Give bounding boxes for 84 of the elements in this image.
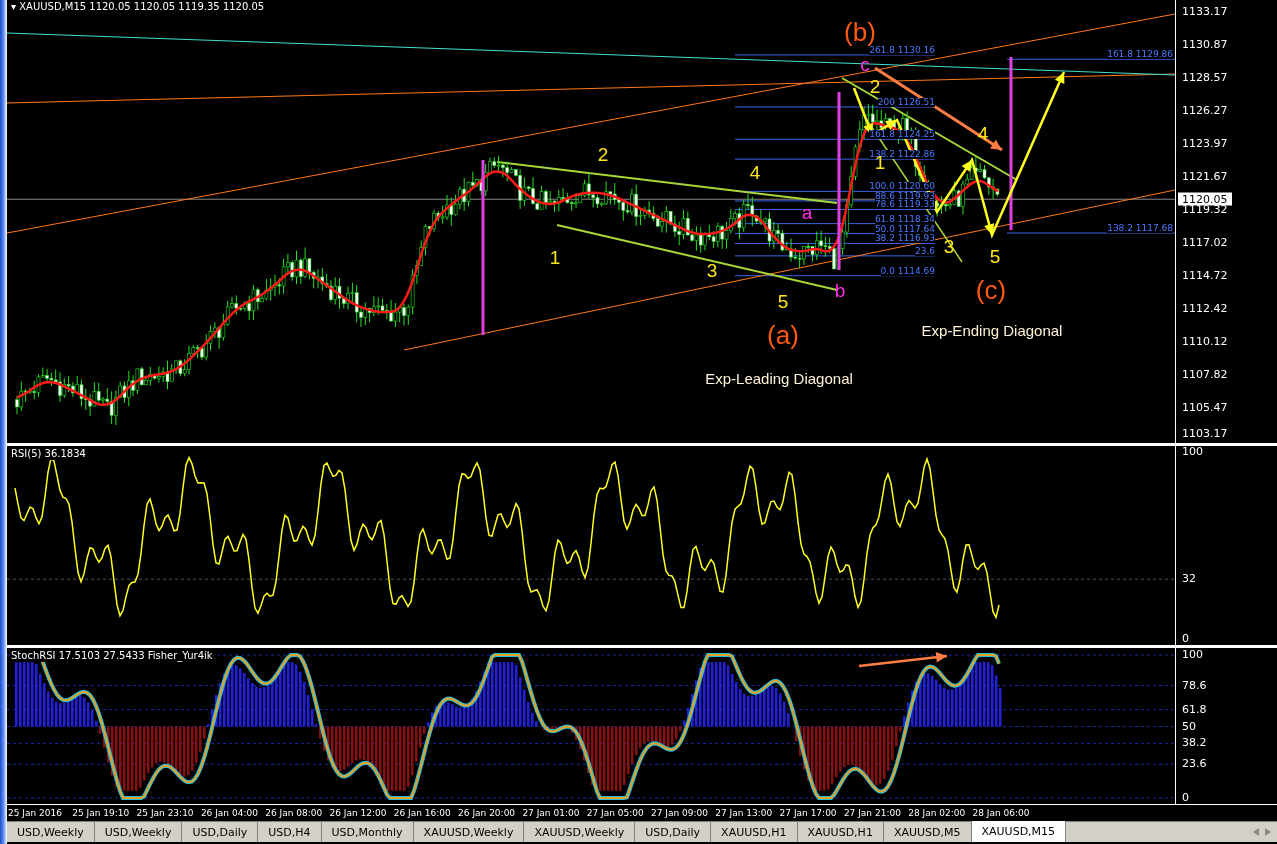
fib-level-label: 261.8 1130.16	[869, 45, 935, 55]
indicator-tick: 61.8	[1182, 703, 1207, 716]
fib-level-label: 0.0 1114.69	[880, 266, 935, 276]
time-tick: 26 Jan 04:00	[200, 807, 258, 819]
price-tick: 1128.57	[1182, 72, 1228, 84]
fib-level-label: 161.8 1129.86	[1107, 50, 1173, 60]
indicator-title: RSI(5) 36.1834	[11, 448, 86, 460]
fib-level-label: 161.8 1124.25	[869, 130, 935, 140]
price-tick: 1123.97	[1182, 138, 1228, 150]
wave-label: 3	[706, 260, 718, 280]
price-tick: 1114.72	[1182, 270, 1228, 282]
fib-level-label: 61.8 1118.34	[874, 214, 935, 224]
chart-tab[interactable]: XAUUSD,M5	[883, 821, 972, 842]
time-tick: 25 Jan 2016	[8, 807, 62, 819]
chart-tab[interactable]: USD,H4	[258, 821, 322, 842]
chart-tab[interactable]: USD,Daily	[182, 821, 259, 842]
chart-tab[interactable]: XAUUSD,Weekly	[524, 821, 636, 842]
wave-label: 5	[989, 246, 1001, 266]
indicator-tick: 0	[1182, 792, 1189, 804]
indicator-tick: 100	[1182, 446, 1203, 458]
indicator-tick: 0	[1182, 633, 1189, 645]
price-tick: 1126.27	[1182, 105, 1228, 117]
price-tick: 1105.47	[1182, 402, 1228, 414]
chart-tab[interactable]: XAUUSD,H1	[797, 821, 884, 842]
wave-label: 5	[777, 291, 789, 311]
fib-level-label: 23.6	[914, 246, 935, 256]
time-tick: 28 Jan 06:00	[972, 807, 1030, 819]
scroll-left-icon[interactable]	[1253, 828, 1259, 836]
time-tick: 26 Jan 08:00	[265, 807, 323, 819]
fib-level-label: 138.2 1117.68	[1107, 224, 1173, 234]
time-tick: 27 Jan 01:00	[522, 807, 580, 819]
time-tick: 28 Jan 02:00	[908, 807, 966, 819]
fib-level-label: 78.6 1119.33	[874, 200, 935, 210]
price-tick: 1107.82	[1182, 369, 1228, 381]
indicator-tick: 100	[1182, 649, 1203, 661]
wave-label: (c)	[975, 277, 1007, 303]
wave-label: 2	[597, 144, 609, 164]
indicator-tick: 23.6	[1182, 758, 1207, 771]
pattern-caption: Exp-Ending Diagonal	[921, 322, 1063, 338]
fib-level-label: 200 1126.51	[877, 98, 935, 108]
time-tick: 27 Jan 09:00	[651, 807, 708, 819]
time-tick: 27 Jan 17:00	[779, 807, 837, 819]
price-tick: 1110.12	[1182, 336, 1228, 348]
fib-level-label: 38.2 1116.93	[874, 234, 935, 244]
wave-label: (b)	[844, 19, 876, 45]
indicator-tick: 78.6	[1182, 679, 1207, 692]
scroll-right-icon[interactable]	[1265, 828, 1271, 836]
time-tick: 25 Jan 23:10	[136, 807, 194, 819]
indicator-title: StochRSI 17.5103 27.5433 Fisher_Yur4ik	[11, 650, 213, 662]
time-tick: 27 Jan 13:00	[715, 807, 773, 819]
price-tick: 1112.42	[1182, 303, 1228, 315]
price-tick: 1117.02	[1182, 237, 1228, 249]
price-tick: 1103.17	[1182, 428, 1228, 440]
wave-label: (a)	[767, 322, 799, 348]
time-tick: 27 Jan 21:00	[843, 807, 901, 819]
price-tick: 1119.32	[1182, 204, 1228, 216]
pattern-caption: Exp-Leading Diagonal	[705, 370, 853, 386]
time-tick: 25 Jan 19:10	[72, 807, 130, 819]
indicator-tick: 38.2	[1182, 737, 1207, 750]
indicator-tick: 50	[1182, 720, 1196, 733]
current-price-label: 1120.05	[1178, 192, 1232, 206]
chart-tab[interactable]: XAUUSD,M15	[971, 821, 1067, 842]
chart-tab[interactable]: USD,Weekly	[94, 821, 183, 842]
wave-label: 1	[549, 247, 561, 267]
time-tick: 27 Jan 05:00	[586, 807, 644, 819]
indicator-tick: 32	[1182, 573, 1196, 586]
price-tick: 1133.17	[1182, 6, 1228, 18]
price-tick: 1130.87	[1182, 39, 1228, 51]
chart-tab[interactable]: XAUUSD,Weekly	[413, 821, 525, 842]
fib-level-label: 88.6 1119.93	[874, 191, 935, 201]
wave-label: b	[834, 280, 846, 300]
time-tick: 26 Jan 12:00	[329, 807, 387, 819]
chart-tab[interactable]: XAUUSD,H1	[711, 821, 798, 842]
chart-title: ▾ XAUUSD,M15 1120.05 1120.05 1119.35 1120.05	[11, 1, 265, 13]
chart-tab[interactable]: USD,Daily	[635, 821, 712, 842]
time-tick: 26 Jan 16:00	[393, 807, 451, 819]
wave-label: 4	[749, 162, 761, 182]
fib-level-label: 100.0 1120.60	[869, 182, 935, 192]
fib-level-label: 50.0 1117.64	[874, 224, 935, 234]
price-tick: 1121.67	[1182, 171, 1228, 183]
time-tick: 26 Jan 20:00	[458, 807, 516, 819]
chart-tab[interactable]: USD,Weekly	[7, 821, 95, 842]
wave-label: 2	[869, 76, 881, 96]
chart-tab[interactable]: USD,Monthly	[321, 821, 414, 842]
